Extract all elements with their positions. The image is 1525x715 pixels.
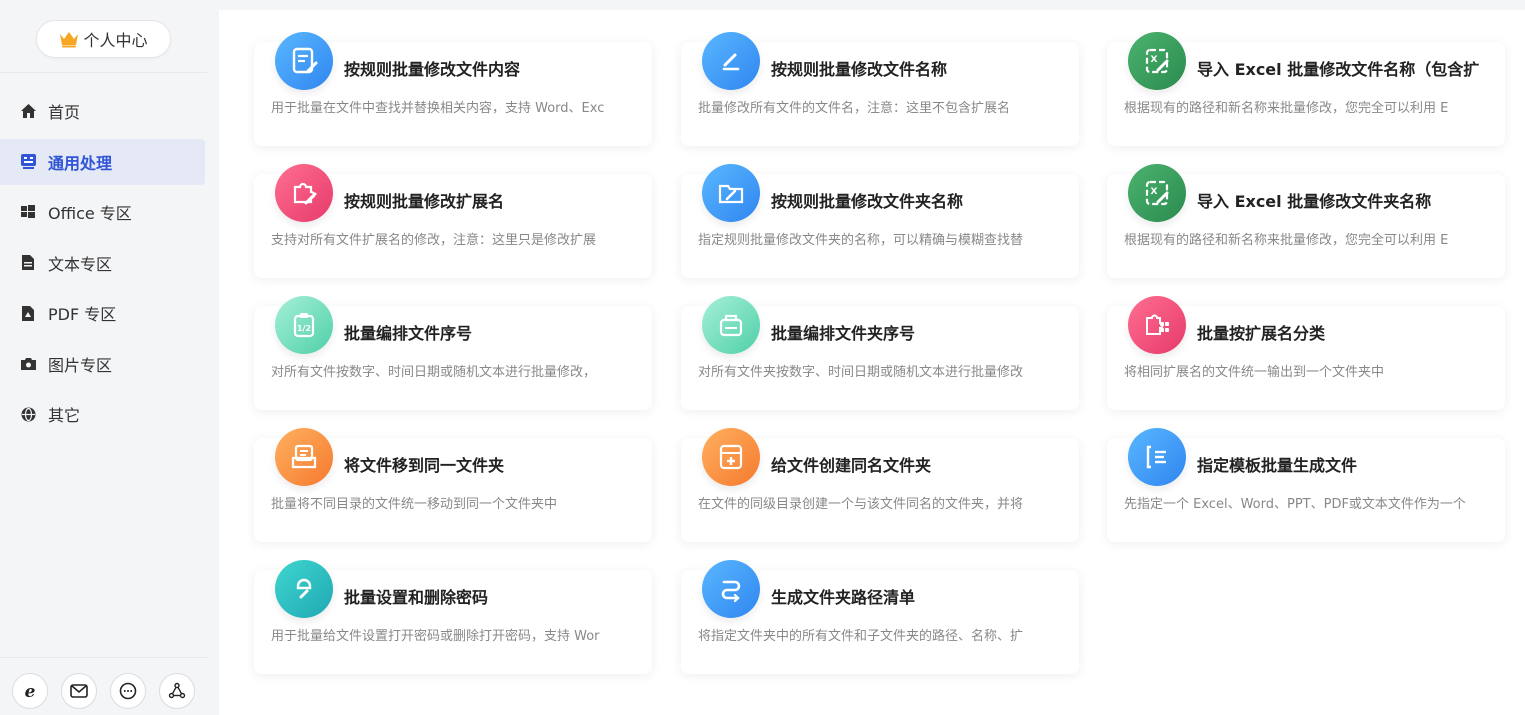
card-title: 导入 Excel 批量修改文件名称（包含扩: [1197, 60, 1480, 79]
card-title: 指定模板批量生成文件: [1197, 456, 1358, 475]
card-description: 批量将不同目录的文件统一移动到同一个文件夹中: [271, 497, 558, 512]
chat-icon[interactable]: [110, 673, 146, 709]
profile-center-button[interactable]: 个人中心: [36, 20, 171, 58]
sidebar-item-pdf[interactable]: PDF 专区: [0, 290, 205, 336]
card-description: 批量修改所有文件的文件名，注意：这里不包含扩展名: [698, 101, 1011, 116]
sidebar-item-image[interactable]: 图片专区: [0, 341, 205, 387]
key-icon: [275, 560, 333, 618]
sidebar-item-other[interactable]: 其它: [0, 391, 205, 437]
sidebar-item-label: 通用处理: [48, 153, 113, 173]
card-excel-modify-folder-name[interactable]: X 导入 Excel 批量修改文件夹名称 根据现有的路径和新名称来批量修改，您完…: [1107, 164, 1505, 278]
windows-icon: [20, 204, 36, 220]
svg-text:X: X: [1151, 187, 1158, 197]
card-modify-file-name[interactable]: 按规则批量修改文件名称 批量修改所有文件的文件名，注意：这里不包含扩展名: [681, 32, 1079, 146]
sidebar-item-office[interactable]: Office 专区: [0, 189, 205, 235]
card-description: 用于批量在文件中查找并替换相关内容，支持 Word、Exc: [271, 101, 605, 116]
excel-edit-icon: X: [1128, 32, 1186, 90]
path-list-icon: [702, 560, 760, 618]
pdf-icon: [20, 305, 36, 321]
svg-text:1/2: 1/2: [297, 324, 311, 333]
card-title: 按规则批量修改扩展名: [344, 192, 505, 211]
card-title: 按规则批量修改文件内容: [344, 60, 521, 79]
folder-number-icon: [702, 296, 760, 354]
category-icon: [1128, 296, 1186, 354]
camera-icon: [20, 356, 36, 372]
crown-icon: [59, 30, 79, 48]
sidebar-divider-top: [0, 72, 207, 73]
excel-folder-icon: X: [1128, 164, 1186, 222]
card-title: 批量按扩展名分类: [1197, 324, 1326, 343]
profile-center-label: 个人中心: [83, 31, 148, 50]
card-modify-folder-name[interactable]: 按规则批量修改文件夹名称 指定规则批量修改文件夹的名称，可以精确与模糊查找替: [681, 164, 1079, 278]
clipboard-number-icon: 1/2: [275, 296, 333, 354]
card-move-to-same-folder[interactable]: 将文件移到同一文件夹 批量将不同目录的文件统一移动到同一个文件夹中: [254, 428, 652, 542]
ie-browser-icon[interactable]: e: [12, 673, 48, 709]
move-to-folder-icon: [275, 428, 333, 486]
card-description: 指定规则批量修改文件夹的名称，可以精确与模糊查找替: [698, 233, 1024, 248]
sidebar-item-label: 图片专区: [48, 355, 113, 375]
card-title: 生成文件夹路径清单: [771, 588, 916, 607]
sidebar-item-label: Office 专区: [48, 204, 132, 223]
card-description: 在文件的同级目录创建一个与该文件同名的文件夹，并将: [698, 497, 1024, 512]
sidebar-item-general[interactable]: 通用处理: [0, 138, 205, 185]
share-network-icon[interactable]: [159, 673, 195, 709]
sidebar: 个人中心 首页 通用处理 Office 专区 文本专区 PDF 专区 图片专区 …: [0, 0, 207, 715]
main-panel: 按规则批量修改文件内容 用于批量在文件中查找并替换相关内容，支持 Word、Ex…: [219, 10, 1525, 715]
sidebar-item-text[interactable]: 文本专区: [0, 240, 205, 286]
card-description: 根据现有的路径和新名称来批量修改，您完全可以利用 E: [1124, 233, 1449, 248]
card-title: 批量设置和删除密码: [344, 588, 489, 607]
card-modify-extension[interactable]: 按规则批量修改扩展名 支持对所有文件扩展名的修改，注意：这里只是修改扩展: [254, 164, 652, 278]
card-title: 给文件创建同名文件夹: [771, 456, 932, 475]
card-folder-path-list[interactable]: 生成文件夹路径清单 将指定文件夹中的所有文件和子文件夹的路径、名称、扩: [681, 560, 1079, 674]
template-list-icon: [1128, 428, 1186, 486]
sidebar-item-label: 其它: [48, 406, 81, 425]
card-classify-by-extension[interactable]: 批量按扩展名分类 将相同扩展名的文件统一输出到一个文件夹中: [1107, 296, 1505, 410]
card-description: 根据现有的路径和新名称来批量修改，您完全可以利用 E: [1124, 101, 1449, 116]
card-description: 支持对所有文件扩展名的修改，注意：这里只是修改扩展: [271, 233, 597, 248]
grid-icon: [20, 154, 36, 170]
card-title: 按规则批量修改文件名称: [771, 60, 948, 79]
edit-document-icon: [275, 32, 333, 90]
folder-edit-icon: [702, 164, 760, 222]
mail-icon[interactable]: [61, 673, 97, 709]
card-modify-file-content[interactable]: 按规则批量修改文件内容 用于批量在文件中查找并替换相关内容，支持 Word、Ex…: [254, 32, 652, 146]
card-generate-from-template[interactable]: 指定模板批量生成文件 先指定一个 Excel、Word、PPT、PDF或文本文件…: [1107, 428, 1505, 542]
svg-text:X: X: [1151, 55, 1158, 65]
document-icon: [20, 255, 36, 271]
sidebar-item-label: PDF 专区: [48, 305, 117, 324]
sidebar-divider-bottom: [0, 657, 207, 658]
card-excel-modify-file-name[interactable]: X 导入 Excel 批量修改文件名称（包含扩 根据现有的路径和新名称来批量修改…: [1107, 32, 1505, 146]
card-title: 导入 Excel 批量修改文件夹名称: [1197, 192, 1432, 211]
card-set-delete-password[interactable]: 批量设置和删除密码 用于批量给文件设置打开密码或删除打开密码，支持 Wor: [254, 560, 652, 674]
pencil-icon: [702, 32, 760, 90]
card-description: 将相同扩展名的文件统一输出到一个文件夹中: [1124, 365, 1385, 380]
sidebar-item-label: 文本专区: [48, 254, 113, 274]
card-description: 对所有文件按数字、时间日期或随机文本进行批量修改，: [271, 365, 597, 380]
globe-icon: [20, 406, 36, 422]
card-description: 将指定文件夹中的所有文件和子文件夹的路径、名称、扩: [698, 629, 1024, 644]
card-create-same-name-folder[interactable]: 给文件创建同名文件夹 在文件的同级目录创建一个与该文件同名的文件夹，并将: [681, 428, 1079, 542]
sidebar-nav: 首页 通用处理 Office 专区 文本专区 PDF 专区 图片专区 其它: [0, 88, 207, 442]
card-title: 批量编排文件序号: [344, 324, 473, 343]
card-title: 将文件移到同一文件夹: [344, 456, 505, 475]
svg-text:e: e: [25, 682, 36, 700]
sidebar-footer: e: [12, 673, 195, 709]
card-description: 对所有文件夹按数字、时间日期或随机文本进行批量修改: [698, 365, 1024, 380]
card-description: 用于批量给文件设置打开密码或删除打开密码，支持 Wor: [271, 629, 600, 644]
create-folder-icon: [702, 428, 760, 486]
home-icon: [20, 103, 36, 119]
card-number-folders[interactable]: 批量编排文件夹序号 对所有文件夹按数字、时间日期或随机文本进行批量修改: [681, 296, 1079, 410]
card-title: 批量编排文件夹序号: [771, 324, 916, 343]
card-number-files[interactable]: 1/2 批量编排文件序号 对所有文件按数字、时间日期或随机文本进行批量修改，: [254, 296, 652, 410]
sidebar-item-label: 首页: [48, 103, 81, 122]
card-title: 按规则批量修改文件夹名称: [771, 192, 964, 211]
sidebar-item-home[interactable]: 首页: [0, 88, 205, 134]
card-description: 先指定一个 Excel、Word、PPT、PDF或文本文件作为一个: [1124, 497, 1466, 512]
puzzle-edit-icon: [275, 164, 333, 222]
